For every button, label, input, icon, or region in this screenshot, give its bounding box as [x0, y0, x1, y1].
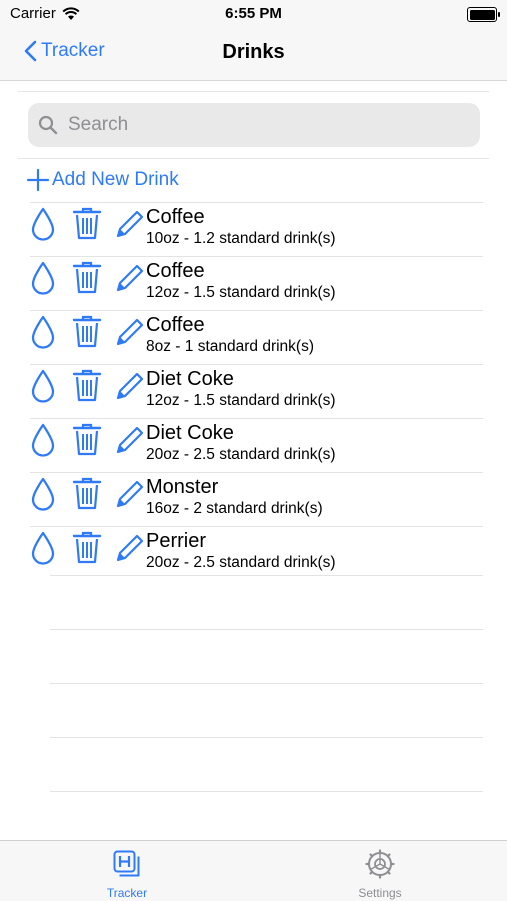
- add-new-drink-button[interactable]: Add New Drink: [26, 168, 179, 192]
- drop-icon[interactable]: [28, 315, 58, 349]
- list-item[interactable]: Coffee 12oz - 1.5 standard drink(s): [30, 256, 483, 310]
- pencil-icon[interactable]: [114, 424, 144, 456]
- drink-detail: 8oz - 1 standard drink(s): [146, 338, 314, 355]
- divider: [18, 158, 489, 159]
- trash-icon[interactable]: [66, 369, 108, 403]
- trash-icon[interactable]: [66, 261, 108, 295]
- drop-icon[interactable]: [28, 423, 58, 457]
- clock: 6:55 PM: [225, 5, 282, 22]
- drink-detail: 20oz - 2.5 standard drink(s): [146, 554, 336, 571]
- drink-detail: 16oz - 2 standard drink(s): [146, 500, 323, 517]
- divider: [18, 91, 489, 92]
- search-icon: [38, 115, 58, 135]
- gear-icon: [365, 849, 395, 879]
- drinks-list: Coffee 10oz - 1.2 standard drink(s) Coff…: [0, 202, 507, 580]
- drink-name: Monster: [146, 476, 219, 498]
- trash-icon[interactable]: [66, 423, 108, 457]
- drink-detail: 12oz - 1.5 standard drink(s): [146, 392, 336, 409]
- trash-icon[interactable]: [66, 531, 108, 565]
- pencil-icon[interactable]: [114, 208, 144, 240]
- divider: [50, 683, 483, 737]
- list-item[interactable]: Monster 16oz - 2 standard drink(s): [30, 472, 483, 526]
- drink-name: Coffee: [146, 260, 205, 282]
- status-bar: Carrier 6:55 PM: [0, 0, 507, 28]
- drink-name: Coffee: [146, 314, 205, 336]
- page-title: Drinks: [222, 41, 285, 63]
- drop-icon[interactable]: [28, 531, 58, 565]
- trash-icon[interactable]: [66, 477, 108, 511]
- pencil-icon[interactable]: [114, 262, 144, 294]
- list-item[interactable]: Perrier 20oz - 2.5 standard drink(s): [30, 526, 483, 580]
- pencil-icon[interactable]: [114, 370, 144, 402]
- divider: [50, 737, 483, 791]
- drink-detail: 10oz - 1.2 standard drink(s): [146, 230, 336, 247]
- add-new-drink-label: Add New Drink: [52, 169, 179, 190]
- divider: [50, 791, 483, 845]
- tab-tracker[interactable]: Tracker: [87, 849, 167, 900]
- plus-icon: [26, 168, 50, 192]
- drop-icon[interactable]: [28, 207, 58, 241]
- list-item[interactable]: Coffee 8oz - 1 standard drink(s): [30, 310, 483, 364]
- battery-icon: [467, 7, 500, 22]
- drop-icon[interactable]: [28, 369, 58, 403]
- pencil-icon[interactable]: [114, 532, 144, 564]
- divider: [50, 575, 483, 629]
- drink-detail: 20oz - 2.5 standard drink(s): [146, 446, 336, 463]
- drink-name: Coffee: [146, 206, 205, 228]
- drink-name: Perrier: [146, 530, 207, 552]
- pencil-icon[interactable]: [114, 316, 144, 348]
- list-item[interactable]: Diet Coke 20oz - 2.5 standard drink(s): [30, 418, 483, 472]
- divider: [50, 629, 483, 683]
- tab-settings[interactable]: Settings: [340, 849, 420, 900]
- drink-detail: 12oz - 1.5 standard drink(s): [146, 284, 336, 301]
- search-input[interactable]: [66, 113, 450, 137]
- empty-rows: [50, 575, 483, 845]
- tab-settings-label: Settings: [358, 886, 402, 900]
- tracker-icon: [113, 850, 140, 877]
- navigation-bar: Tracker Drinks: [0, 28, 507, 81]
- drop-icon[interactable]: [28, 261, 58, 295]
- trash-icon[interactable]: [66, 207, 108, 241]
- drink-name: Diet Coke: [146, 368, 234, 390]
- search-bar[interactable]: [28, 103, 480, 147]
- pencil-icon[interactable]: [114, 478, 144, 510]
- trash-icon[interactable]: [66, 315, 108, 349]
- tab-bar: Tracker Settings: [0, 840, 507, 901]
- drop-icon[interactable]: [28, 477, 58, 511]
- list-item[interactable]: Diet Coke 12oz - 1.5 standard drink(s): [30, 364, 483, 418]
- tab-tracker-label: Tracker: [106, 886, 148, 900]
- drink-name: Diet Coke: [146, 422, 234, 444]
- list-item[interactable]: Coffee 10oz - 1.2 standard drink(s): [30, 202, 483, 256]
